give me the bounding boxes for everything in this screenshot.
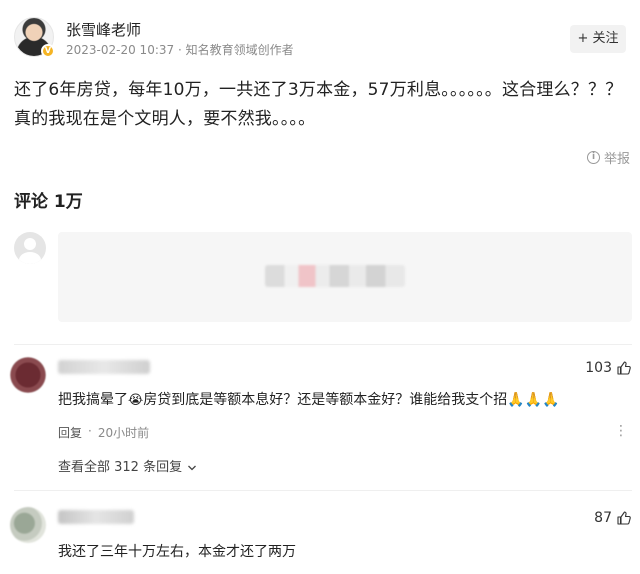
comment-text: 把我搞晕了😭房贷到底是等额本息好？还是等额本金好？谁能给我支个招🙏🙏🙏 [58, 392, 560, 408]
comment-time: 20小时前 [97, 426, 150, 440]
commenter-name-blurred[interactable] [58, 510, 134, 524]
reply-button[interactable]: 回复 [58, 424, 82, 441]
post-content: 还了6年房贷，每年10万，一共还了3万本金，57万利息。。。。。。这合理么？？？… [14, 76, 632, 134]
info-icon: i [586, 151, 600, 164]
post-meta: 2023-02-20 10:37 · 知名教育领域创作者 [66, 43, 294, 57]
comment-actions: 回复 · 20小时前 [58, 424, 150, 441]
report-label: 举报 [603, 152, 630, 167]
like-button[interactable]: 103 [585, 360, 632, 376]
like-count: 87 [594, 510, 612, 526]
view-all-replies-link[interactable]: 查看全部 312 条回复 [58, 456, 197, 475]
thumbs-up-icon [617, 511, 631, 525]
comments-header: 评论 1万 [14, 192, 83, 212]
like-button[interactable]: 87 [594, 510, 632, 526]
report-button[interactable]: i 举报 [586, 148, 630, 167]
follow-button[interactable]: + 关注 [570, 25, 626, 53]
comment-input-placeholder-blurred [265, 265, 405, 287]
commenter-avatar[interactable] [10, 507, 46, 543]
post-line-2: 真的我现在是个文明人，要不然我。。。。 [14, 109, 316, 129]
current-user-avatar [14, 232, 46, 264]
comment-input[interactable] [58, 232, 632, 322]
verified-badge-icon: V [41, 44, 55, 58]
author-name[interactable]: 张雪峰老师 [66, 19, 141, 40]
comment-text: 我还了三年十万左右，本金才还了两万 [58, 544, 296, 560]
commenter-name-blurred[interactable] [58, 360, 150, 374]
divider [14, 490, 632, 491]
crying-emoji-icon: 😭 [128, 393, 144, 408]
post-line-1: 还了6年房贷，每年10万，一共还了3万本金，57万利息。。。。。。这合理么？？？ [14, 80, 623, 100]
author-header: V 张雪峰老师 2023-02-20 10:37 · 知名教育领域创作者 + 关… [14, 17, 626, 61]
divider [14, 344, 632, 345]
like-count: 103 [585, 360, 612, 376]
chevron-down-icon [188, 465, 197, 470]
thumbs-up-icon [617, 361, 631, 375]
commenter-avatar[interactable] [10, 357, 46, 393]
more-icon[interactable]: ⋮ [614, 423, 628, 439]
